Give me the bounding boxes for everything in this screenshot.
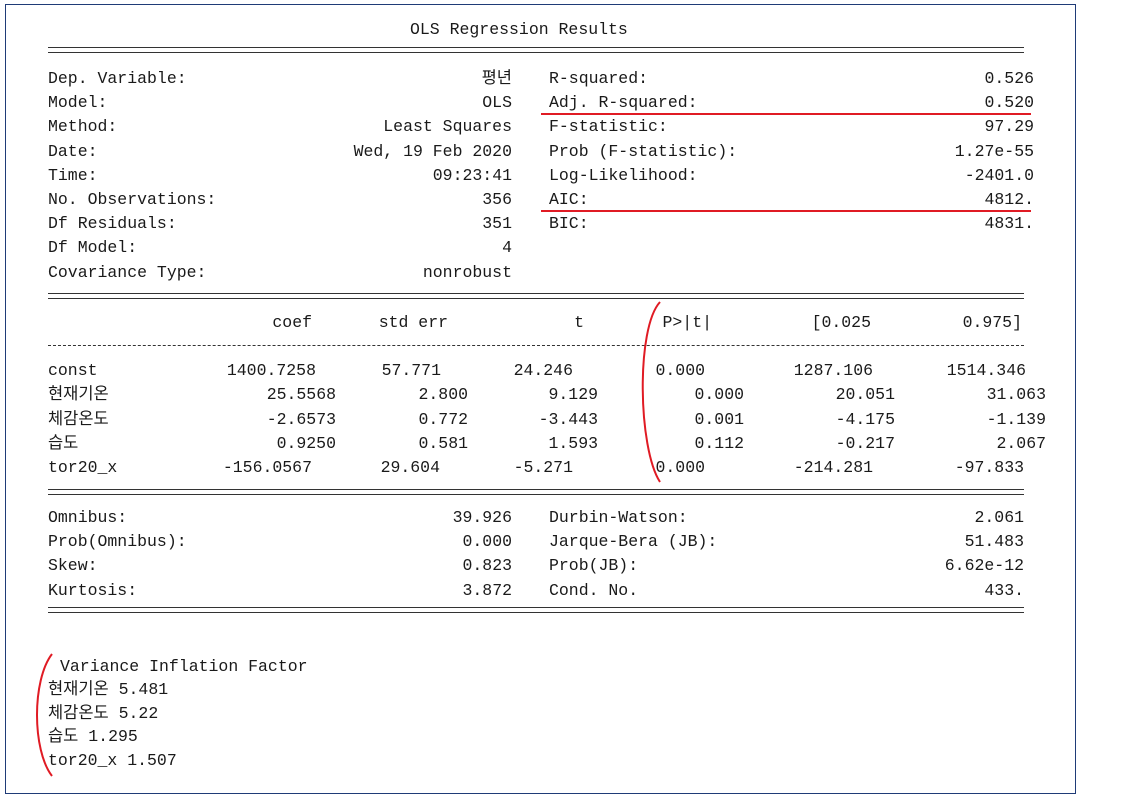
cell-std-err: 2.800 — [418, 385, 468, 405]
info-value: 평년 — [481, 69, 512, 88]
vif-item: tor20_x 1.507 — [48, 750, 177, 770]
info-label: BIC: — [549, 214, 589, 234]
info-value: 351 — [482, 214, 512, 234]
info-value: 09:23:41 — [432, 165, 512, 185]
diag-value: 3.872 — [462, 580, 512, 600]
vif-item: 현재기온 5.481 — [48, 680, 169, 699]
cell-coef: 25.5568 — [266, 385, 336, 405]
cell-lo: 20.051 — [835, 385, 895, 405]
vif-item: 습도 1.295 — [48, 727, 138, 746]
cell-t: 1.593 — [548, 433, 598, 453]
column-header: t — [574, 313, 584, 332]
row-name: 습도 — [48, 433, 79, 453]
cell-coef: -156.0567 — [222, 458, 312, 478]
row-name: 현재기온 — [48, 385, 109, 405]
info-value: 97.29 — [984, 117, 1034, 137]
info-label: R-squared: — [549, 69, 649, 88]
vif-item: 체감온도 5.22 — [48, 703, 159, 723]
cell-hi: 2.067 — [996, 433, 1046, 453]
diag-value: 39.926 — [452, 508, 512, 527]
info-value: 356 — [482, 190, 512, 209]
cell-hi: 31.063 — [986, 385, 1046, 405]
highlight-bracket-vif — [36, 653, 53, 777]
info-value: 0.520 — [984, 93, 1034, 113]
cell-hi: -97.833 — [954, 458, 1024, 478]
info-label: Df Residuals: — [48, 214, 177, 234]
cell-t: -3.443 — [538, 409, 598, 429]
separator-dashed — [48, 345, 1024, 346]
info-value: -2401.0 — [964, 165, 1034, 185]
cell-lo: 1287.106 — [793, 361, 873, 380]
cell-hi: -1.139 — [986, 409, 1046, 429]
diag-value: 2.061 — [974, 508, 1024, 527]
highlight-bracket-pvalues — [641, 301, 661, 483]
info-label: Covariance Type: — [48, 262, 207, 282]
info-label: Adj. R-squared: — [549, 93, 698, 113]
separator-double — [48, 47, 1024, 53]
diag-label: Omnibus: — [48, 508, 128, 527]
cell-std-err: 57.771 — [381, 361, 441, 380]
info-label: Date: — [48, 141, 98, 161]
highlight-underline-adj-r2 — [541, 113, 1031, 115]
info-label: Time: — [48, 165, 98, 185]
diag-label: Prob(JB): — [549, 556, 639, 576]
info-label: AIC: — [549, 190, 589, 209]
cell-lo: -214.281 — [793, 458, 873, 478]
cell-t: 24.246 — [513, 361, 573, 380]
info-value: 4812. — [984, 190, 1034, 209]
diag-value: 6.62e-12 — [944, 556, 1024, 576]
diag-label: Kurtosis: — [48, 580, 138, 600]
info-value: OLS — [482, 93, 512, 113]
cell-std-err: 0.772 — [418, 409, 468, 429]
cell-coef: -2.6573 — [266, 409, 336, 429]
diag-label: Skew: — [48, 556, 98, 576]
cell-t: -5.271 — [513, 458, 573, 478]
cell-hi: 1514.346 — [946, 361, 1026, 380]
vif-title: Variance Inflation Factor — [60, 657, 308, 676]
info-value: Wed, 19 Feb 2020 — [353, 141, 512, 161]
info-label: No. Observations: — [48, 190, 217, 209]
info-value: 0.526 — [984, 69, 1034, 88]
info-value: 4 — [502, 238, 512, 258]
separator-double — [48, 607, 1024, 613]
row-name: tor20_x — [48, 458, 118, 478]
column-header: std err — [378, 313, 448, 332]
highlight-underline-aic — [541, 210, 1031, 212]
diag-label: Cond. No. — [549, 580, 639, 600]
diag-value: 0.000 — [462, 532, 512, 552]
info-label: Log-Likelihood: — [549, 165, 698, 185]
info-value: 1.27e-55 — [954, 141, 1034, 161]
column-header: [0.025 — [811, 313, 871, 332]
cell-lo: -0.217 — [835, 433, 895, 453]
diag-value: 433. — [984, 580, 1024, 600]
info-label: Method: — [48, 117, 118, 137]
info-label: F-statistic: — [549, 117, 668, 137]
cell-coef: 1400.7258 — [226, 361, 316, 380]
info-value: Least Squares — [383, 117, 512, 137]
info-value: nonrobust — [422, 262, 512, 282]
cell-std-err: 29.604 — [380, 458, 440, 478]
column-header: 0.975] — [962, 313, 1022, 332]
diag-value: 0.823 — [462, 556, 512, 576]
separator-double — [48, 489, 1024, 495]
row-name: 체감온도 — [48, 409, 109, 429]
cell-t: 9.129 — [548, 385, 598, 405]
column-header: coef — [272, 313, 312, 332]
cell-lo: -4.175 — [835, 409, 895, 429]
diag-label: Durbin-Watson: — [549, 508, 688, 527]
info-value: 4831. — [984, 214, 1034, 234]
row-name: const — [48, 361, 98, 380]
info-label: Model: — [48, 93, 108, 113]
diag-value: 51.483 — [964, 532, 1024, 552]
info-label: Dep. Variable: — [48, 69, 187, 88]
cell-coef: 0.9250 — [276, 433, 336, 453]
page-title: OLS Regression Results — [410, 20, 628, 39]
diag-label: Jarque-Bera (JB): — [549, 532, 718, 552]
cell-std-err: 0.581 — [418, 433, 468, 453]
info-label: Prob (F-statistic): — [549, 141, 738, 161]
separator-double — [48, 293, 1024, 299]
diag-label: Prob(Omnibus): — [48, 532, 187, 552]
info-label: Df Model: — [48, 238, 138, 258]
